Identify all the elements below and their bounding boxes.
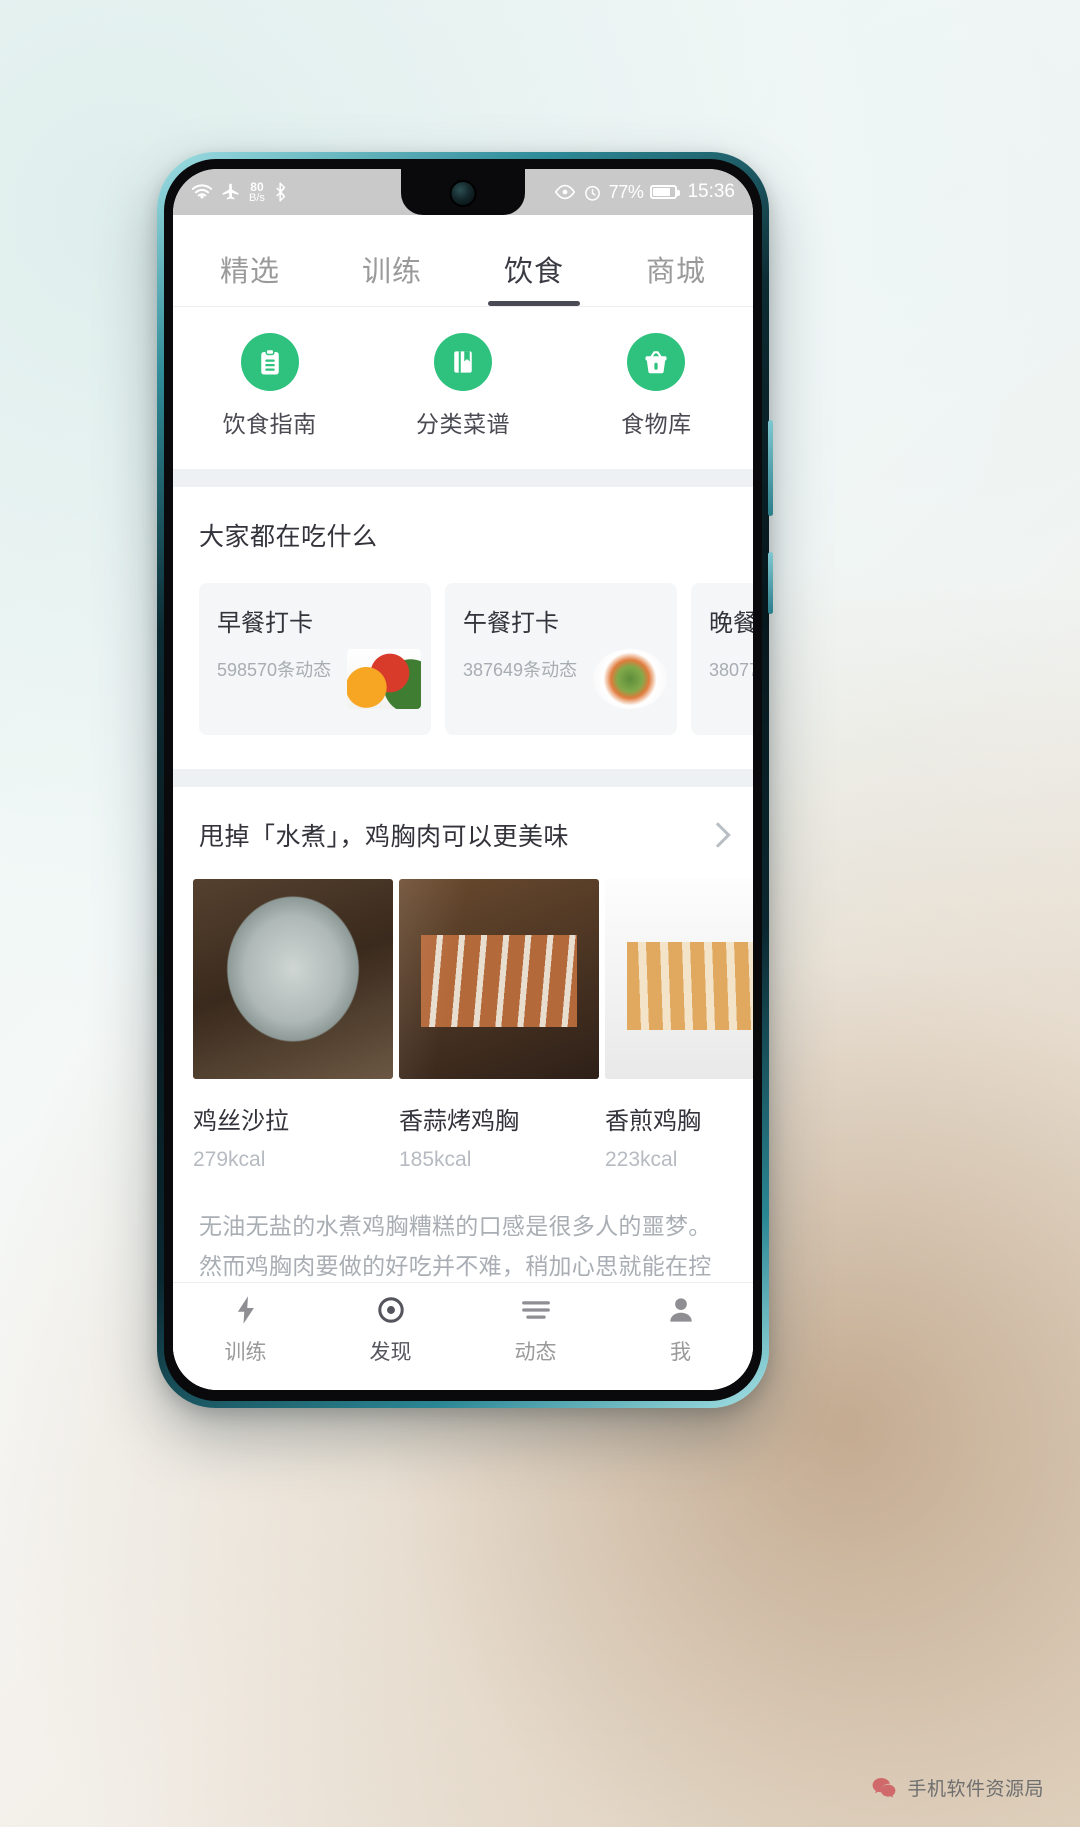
wechat-logo-icon [871,1775,897,1801]
watermark-text: 手机软件资源局 [907,1774,1044,1801]
meal-card-dinner[interactable]: 晚餐打卡 380777条动态 [691,583,753,735]
book-icon [434,333,492,391]
front-camera-icon [452,182,475,205]
notch [401,169,525,215]
recipe-kcal: 279kcal [193,1148,393,1172]
nav-label: 动态 [515,1336,557,1366]
meal-card-name: 早餐打卡 [217,603,415,638]
feature-section: 甩掉「水煮」，鸡胸肉可以更美味 鸡丝沙拉 279kcal 香蒜 [173,787,753,1282]
eating-section-title: 大家都在吃什么 [199,517,727,553]
breakfast-thumb-image [347,649,421,709]
watermark: 手机软件资源局 [871,1774,1044,1801]
section-divider [173,769,753,787]
clipboard-icon [241,333,299,391]
wifi-icon [191,183,213,201]
quick-action-food-library[interactable]: 食物库 [560,333,753,439]
phone-device: 80 B/s 77% 15:36 [157,152,769,1408]
net-speed-unit: B/s [249,193,265,204]
status-bar-right: 77% 15:36 [554,181,735,203]
meal-card-row[interactable]: 早餐打卡 598570条动态 午餐打卡 387649条动态 晚餐打卡 [199,583,727,735]
section-divider [173,469,753,487]
meal-card-name: 午餐打卡 [463,603,661,638]
status-bar-left: 80 B/s [191,181,289,204]
recipe-image [399,879,599,1079]
tab-yinshi[interactable]: 饮食 [463,248,605,306]
status-bar: 80 B/s 77% 15:36 [173,169,753,215]
recipe-image [193,879,393,1079]
nav-item-me[interactable]: 我 [608,1294,753,1366]
person-icon [668,1294,694,1326]
nav-label: 发现 [370,1336,412,1366]
bluetooth-icon [273,182,289,202]
recipe-name: 香煎鸡胸 [605,1101,753,1136]
eye-comfort-icon [554,184,576,200]
feature-header[interactable]: 甩掉「水煮」，鸡胸肉可以更美味 [173,787,753,879]
nav-item-training[interactable]: 训练 [173,1294,318,1366]
device-bezel: 80 B/s 77% 15:36 [164,159,762,1401]
basket-icon [627,333,685,391]
battery-icon [650,185,677,199]
scroll-area[interactable]: 精选 训练 饮食 商城 饮食指南 [173,215,753,1282]
recipe-name: 鸡丝沙拉 [193,1101,393,1136]
nav-label: 我 [670,1336,691,1366]
quick-action-recipe-category[interactable]: 分类菜谱 [366,333,559,439]
chevron-right-icon[interactable] [705,822,730,847]
quick-action-diet-guide[interactable]: 饮食指南 [173,333,366,439]
clock-label: 15:36 [687,181,735,203]
lightning-icon [233,1294,259,1326]
recipe-kcal: 223kcal [605,1148,753,1172]
top-tab-bar: 精选 训练 饮食 商城 [173,215,753,307]
recipe-kcal: 185kcal [399,1148,599,1172]
recipe-image [605,879,753,1079]
quick-action-row: 饮食指南 分类菜谱 食物库 [173,307,753,469]
meal-card-lunch[interactable]: 午餐打卡 387649条动态 [445,583,677,735]
nav-label: 训练 [225,1336,267,1366]
feature-description: 无油无盐的水煮鸡胸糟糕的口感是很多人的噩梦。然而鸡胸肉要做的好吃并不难，稍加心思… [173,1172,753,1282]
nav-item-feed[interactable]: 动态 [463,1294,608,1366]
volume-button[interactable] [768,420,773,516]
recipe-row[interactable]: 鸡丝沙拉 279kcal 香蒜烤鸡胸 185kcal 香煎鸡胸 [173,879,753,1172]
airplane-mode-icon [221,182,241,202]
app-container: 精选 训练 饮食 商城 饮食指南 [173,215,753,1390]
recipe-card-pan-fried-chicken[interactable]: 香煎鸡胸 223kcal [605,879,753,1172]
power-button[interactable] [768,552,773,614]
quick-action-label: 食物库 [621,405,692,439]
alarm-icon [583,183,602,202]
tab-xunlian[interactable]: 训练 [321,248,463,306]
nav-item-discover[interactable]: 发现 [318,1294,463,1366]
meal-card-name: 晚餐打卡 [709,603,753,638]
feature-title: 甩掉「水煮」，鸡胸肉可以更美味 [199,817,709,853]
recipe-card-chicken-salad[interactable]: 鸡丝沙拉 279kcal [193,879,393,1172]
feed-icon [521,1294,551,1326]
phone-screen: 80 B/s 77% 15:36 [173,169,753,1390]
meal-card-breakfast[interactable]: 早餐打卡 598570条动态 [199,583,431,735]
lunch-thumb-image [593,649,667,709]
battery-percent-label: 77% [609,182,644,203]
recipe-name: 香蒜烤鸡胸 [399,1101,599,1136]
quick-action-label: 分类菜谱 [416,405,510,439]
tab-shangcheng[interactable]: 商城 [605,248,747,306]
network-speed-icon: 80 B/s [249,181,265,204]
discover-icon [377,1294,405,1326]
bottom-nav-bar: 训练 发现 动态 [173,1282,753,1377]
recipe-card-garlic-roast-chicken[interactable]: 香蒜烤鸡胸 185kcal [399,879,599,1172]
tab-jingxuan[interactable]: 精选 [179,248,321,306]
net-speed-value: 80 [250,181,263,193]
quick-action-label: 饮食指南 [223,405,317,439]
screen-chin [173,1377,753,1390]
eating-section: 大家都在吃什么 早餐打卡 598570条动态 午餐打卡 387649条动态 [173,487,753,769]
meal-card-count: 380777条动态 [709,656,753,682]
